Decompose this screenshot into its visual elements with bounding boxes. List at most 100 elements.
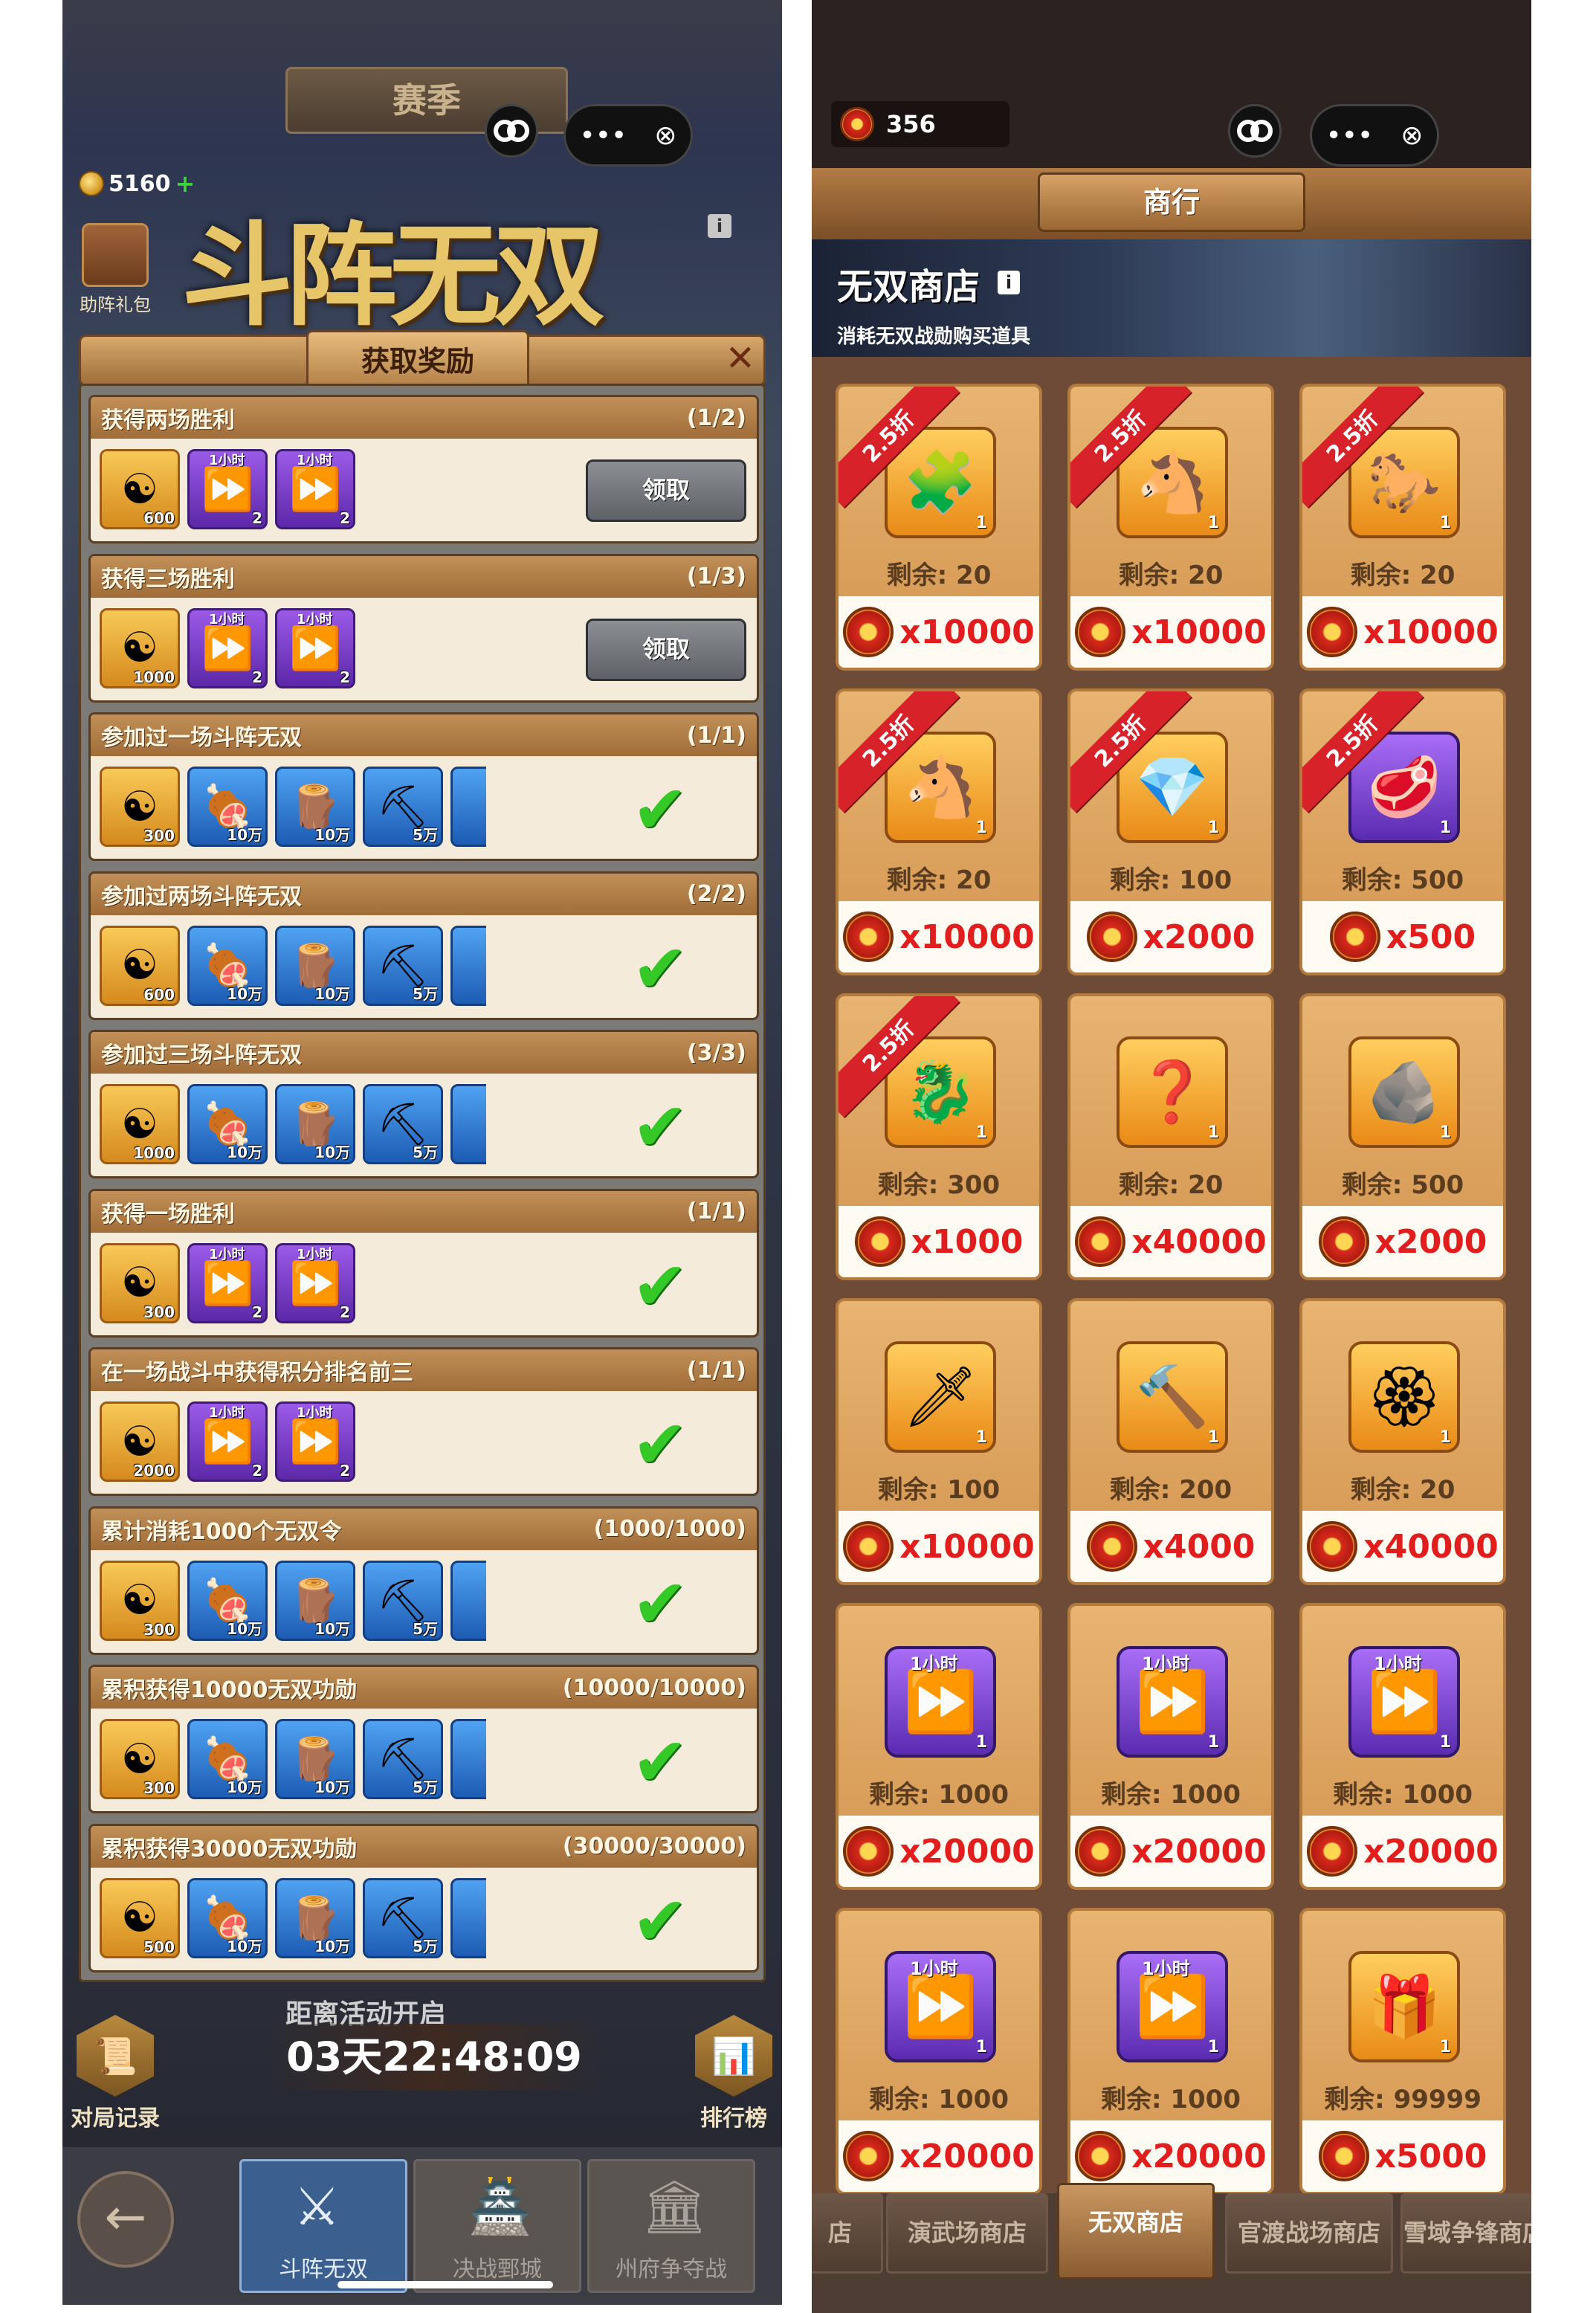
reward-item[interactable]: ⏩ 1小时 2 <box>275 449 355 529</box>
game-center-icon[interactable] <box>1228 104 1282 158</box>
more-icon[interactable]: ••• <box>580 120 627 151</box>
reward-item-partial[interactable] <box>450 1084 486 1164</box>
price-tag[interactable]: x2000 <box>1302 1206 1503 1277</box>
reward-item[interactable]: ☯ 600 <box>100 925 180 1006</box>
reward-item[interactable]: 🍖 10万 <box>187 925 268 1006</box>
reward-item-partial[interactable] <box>450 1560 486 1641</box>
shop-item-card[interactable]: ⏩ 1小时 1 剩余: 1000 x20000 <box>1067 1908 1274 2195</box>
shop-item-card[interactable]: 🎁 1 剩余: 99999 x5000 <box>1299 1908 1506 2195</box>
shop-item-card[interactable]: ⏩ 1小时 1 剩余: 1000 x20000 <box>836 1603 1042 1890</box>
price-tag[interactable]: x20000 <box>839 2120 1039 2192</box>
reward-item[interactable]: ⛏ 5万 <box>363 1084 443 1164</box>
reward-item[interactable]: 🍖 10万 <box>187 767 268 847</box>
shop-item-card[interactable]: 🥩 1 剩余: 500 x500 2.5折 <box>1299 688 1506 975</box>
price-tag[interactable]: x4000 <box>1070 1511 1271 1582</box>
price-tag[interactable]: x10000 <box>839 901 1039 972</box>
close-dialog-icon[interactable]: ✕ <box>726 338 755 379</box>
reward-item[interactable]: ⏩ 1小时 2 <box>275 1242 355 1323</box>
tab-guan-du-shop[interactable]: 官渡战场商店 <box>1225 2193 1393 2274</box>
reward-item[interactable]: ☯ 300 <box>100 1560 180 1641</box>
price-tag[interactable]: x20000 <box>839 1816 1039 1887</box>
reward-item[interactable]: ☯ 300 <box>100 767 180 847</box>
more-icon[interactable]: ••• <box>1326 120 1374 151</box>
shop-item-card[interactable]: 🗡 1 剩余: 100 x10000 <box>836 1298 1042 1585</box>
reward-item-partial[interactable] <box>450 1877 486 1958</box>
shop-item-card[interactable]: 🐉 1 剩余: 300 x1000 2.5折 <box>836 993 1042 1280</box>
reward-item[interactable]: ⛏ 5万 <box>363 1877 443 1958</box>
reward-item[interactable]: ⛏ 5万 <box>363 1719 443 1799</box>
reward-item[interactable]: ☯ 1000 <box>100 607 180 688</box>
price-tag[interactable]: x5000 <box>1302 2120 1503 2192</box>
reward-item-partial[interactable] <box>450 925 486 1006</box>
reward-item[interactable]: 🪵 10万 <box>275 767 355 847</box>
reward-item[interactable]: 🪵 10万 <box>275 1877 355 1958</box>
shop-item-card[interactable]: 🏵 1 剩余: 20 x40000 <box>1299 1298 1506 1585</box>
shop-item-card[interactable]: ❓ 1 剩余: 20 x40000 <box>1067 993 1274 1280</box>
shop-item-grid[interactable]: 🧩 1 剩余: 20 x10000 2.5折 🐴 1 剩余: 20 x10000 2.5折 🐎 1 剩余… <box>812 357 1531 2195</box>
price-tag[interactable]: x500 <box>1302 901 1503 972</box>
info-icon[interactable]: i <box>998 271 1020 294</box>
shop-item-card[interactable]: 💎 1 剩余: 100 x2000 2.5折 <box>1067 688 1274 975</box>
reward-item[interactable]: ⛏ 5万 <box>363 925 443 1006</box>
reward-item[interactable]: ⏩ 1小时 2 <box>275 607 355 688</box>
reward-item[interactable]: ☯ 300 <box>100 1719 180 1799</box>
reward-item[interactable]: 🍖 10万 <box>187 1560 268 1641</box>
shop-item-card[interactable]: 🔨 1 剩余: 200 x4000 <box>1067 1298 1274 1585</box>
shop-item-card[interactable]: 🐴 1 剩余: 20 x10000 2.5折 <box>836 688 1042 975</box>
reward-item[interactable]: ⛏ 5万 <box>363 767 443 847</box>
price-tag[interactable]: x40000 <box>1302 1511 1503 1582</box>
price-tag[interactable]: x20000 <box>1070 2120 1271 2192</box>
reward-item-partial[interactable] <box>450 1719 486 1799</box>
reward-list[interactable]: 获得两场胜利 (1/2) ☯ 600 ⏩ 1小时 2 ⏩ 1小时 2 领取 获得三场胜利 (1/3) ☯ 1… <box>79 384 766 1982</box>
reward-item[interactable]: ⛏ 5万 <box>363 1560 443 1641</box>
tab-zhou-fu-zheng-duo-zhan[interactable]: 🏛 州府争夺战 <box>587 2159 755 2293</box>
reward-item[interactable]: 🪵 10万 <box>275 925 355 1006</box>
reward-item[interactable]: ⏩ 1小时 2 <box>275 1401 355 1482</box>
reward-item[interactable]: ⏩ 1小时 2 <box>187 1401 268 1482</box>
tab-xue-yu-shop[interactable]: 雪域争锋商店 <box>1400 2193 1531 2274</box>
reward-item[interactable]: ⏩ 1小时 2 <box>187 449 268 529</box>
shop-item-card[interactable]: 🧩 1 剩余: 20 x10000 2.5折 <box>836 384 1042 671</box>
battle-log-button[interactable]: 📜 对局记录 <box>67 2015 164 2132</box>
ranking-button[interactable]: 📊 排行榜 <box>685 2015 782 2132</box>
tab-yan-wu-chang-shop[interactable]: 演武场商店 <box>886 2193 1048 2274</box>
tab-wu-shuang-shop[interactable]: 无双商店 <box>1057 2183 1215 2280</box>
reward-item[interactable]: 🪵 10万 <box>275 1084 355 1164</box>
reward-item[interactable]: ☯ 600 <box>100 449 180 529</box>
tab-jue-zhan-juan-cheng[interactable]: 🏯 决战鄄城 <box>413 2159 581 2293</box>
shop-item-card[interactable]: ⏩ 1小时 1 剩余: 1000 x20000 <box>836 1908 1042 2195</box>
tab-shop-partial[interactable]: 店 <box>812 2193 883 2274</box>
reward-item[interactable]: ☯ 300 <box>100 1242 180 1323</box>
shop-item-card[interactable]: 🪨 1 剩余: 500 x2000 <box>1299 993 1506 1280</box>
reward-item[interactable]: ⏩ 1小时 2 <box>187 607 268 688</box>
reward-item[interactable]: ☯ 1000 <box>100 1084 180 1164</box>
back-arrow-icon[interactable]: ← <box>77 2171 174 2268</box>
reward-item-partial[interactable] <box>450 767 486 847</box>
claim-button[interactable]: 领取 <box>586 618 746 681</box>
tab-dou-zhen-wu-shuang[interactable]: ⚔ 斗阵无双 <box>239 2159 407 2293</box>
shop-item-card[interactable]: 🐴 1 剩余: 20 x10000 2.5折 <box>1067 384 1274 671</box>
shop-item-card[interactable]: ⏩ 1小时 1 剩余: 1000 x20000 <box>1067 1603 1274 1890</box>
info-icon[interactable]: i <box>708 214 731 238</box>
price-tag[interactable]: x10000 <box>1070 596 1271 668</box>
price-tag[interactable]: x2000 <box>1070 901 1271 972</box>
reward-item[interactable]: ☯ 2000 <box>100 1401 180 1482</box>
price-tag[interactable]: x10000 <box>1302 596 1503 668</box>
price-tag[interactable]: x40000 <box>1070 1206 1271 1277</box>
reward-item[interactable]: 🍖 10万 <box>187 1719 268 1799</box>
reward-item[interactable]: ⏩ 1小时 2 <box>187 1242 268 1323</box>
shop-item-card[interactable]: ⏩ 1小时 1 剩余: 1000 x20000 <box>1299 1603 1506 1890</box>
price-tag[interactable]: x1000 <box>839 1206 1039 1277</box>
price-tag[interactable]: x20000 <box>1302 1816 1503 1887</box>
close-icon[interactable]: ⊗ <box>1400 120 1423 151</box>
price-tag[interactable]: x20000 <box>1070 1816 1271 1887</box>
reward-item[interactable]: 🍖 10万 <box>187 1877 268 1958</box>
reward-item[interactable]: 🪵 10万 <box>275 1560 355 1641</box>
shop-item-card[interactable]: 🐎 1 剩余: 20 x10000 2.5折 <box>1299 384 1506 671</box>
reward-item[interactable]: 🪵 10万 <box>275 1719 355 1799</box>
price-tag[interactable]: x10000 <box>839 1511 1039 1582</box>
game-center-icon[interactable] <box>485 104 538 158</box>
close-icon[interactable]: ⊗ <box>654 120 676 151</box>
gift-pack-button[interactable]: 助阵礼包 <box>74 223 156 320</box>
claim-button[interactable]: 领取 <box>586 459 746 522</box>
